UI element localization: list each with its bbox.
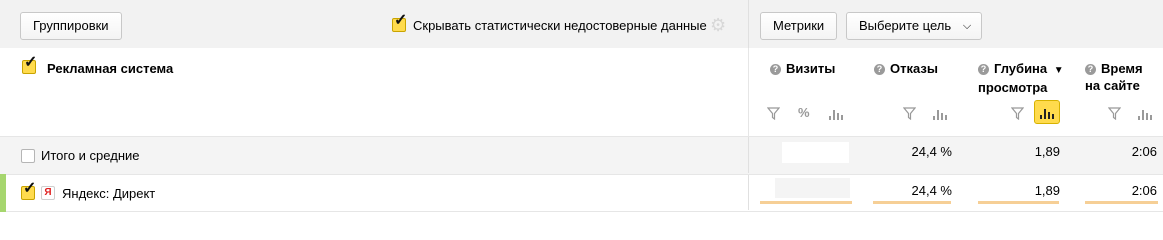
- column-label-line2: на сайте: [1085, 78, 1140, 93]
- depth-value: 1,89: [1034, 144, 1060, 159]
- column-label: Время: [1101, 61, 1143, 76]
- column-label: Визиты: [786, 61, 836, 76]
- select-all-checkbox[interactable]: ✓: [22, 55, 37, 74]
- column-label-line2: просмотра: [978, 80, 1048, 95]
- column-header-depth[interactable]: ? Глубина ▼ просмотра: [978, 60, 1064, 96]
- column-label: Глубина: [994, 61, 1048, 76]
- dimension-header[interactable]: Рекламная система: [47, 60, 173, 77]
- percent-icon[interactable]: %: [798, 105, 810, 121]
- row-checkbox[interactable]: ✓: [21, 181, 36, 200]
- hide-unreliable-checkbox[interactable]: ✓: [392, 13, 407, 32]
- column-header-bounce[interactable]: ? Отказы: [874, 60, 938, 77]
- column-divider: [748, 137, 749, 173]
- column-divider: [748, 48, 749, 136]
- gear-icon[interactable]: ⚙: [710, 15, 726, 35]
- chart-toggle-active[interactable]: [1034, 100, 1060, 124]
- depth-value: 1,89: [1034, 183, 1060, 198]
- help-icon[interactable]: ?: [978, 64, 989, 75]
- help-icon[interactable]: ?: [1085, 64, 1096, 75]
- metrics-button[interactable]: Метрики: [760, 12, 838, 40]
- bounce-value: 24,4 %: [911, 144, 952, 159]
- row-color-marker: [0, 174, 6, 212]
- chart-icon[interactable]: [829, 108, 843, 120]
- visits-value-masked: [775, 178, 850, 198]
- table-row[interactable]: [0, 174, 1163, 212]
- filter-icon[interactable]: [1011, 107, 1024, 120]
- help-icon[interactable]: ?: [770, 64, 781, 75]
- table-row-total: [0, 136, 1163, 174]
- visits-bar: [760, 201, 852, 204]
- filter-icon[interactable]: [903, 107, 916, 120]
- chart-icon[interactable]: [933, 108, 947, 120]
- column-label: Отказы: [890, 61, 938, 76]
- help-icon[interactable]: ?: [874, 64, 885, 75]
- time-bar: [1085, 201, 1158, 204]
- time-value: 2:06: [1131, 183, 1157, 198]
- column-header-visits[interactable]: ? Визиты: [770, 60, 835, 77]
- goal-select-label: Выберите цель: [859, 18, 952, 33]
- chart-icon: [1040, 107, 1054, 119]
- row-label: Итого и средние: [41, 148, 140, 163]
- row-label[interactable]: Яндекс: Директ: [62, 186, 155, 202]
- depth-bar: [978, 201, 1059, 204]
- filter-icon[interactable]: [1108, 107, 1121, 120]
- sort-desc-icon: ▼: [1053, 65, 1064, 76]
- column-header-time[interactable]: ? Время на сайте: [1085, 60, 1143, 94]
- visits-value-masked: [782, 142, 849, 163]
- groupings-button[interactable]: Группировки: [20, 12, 122, 40]
- chart-icon[interactable]: [1138, 108, 1152, 120]
- column-divider: [748, 175, 749, 210]
- chevron-down-icon: ⌵: [962, 20, 972, 32]
- yandex-logo-icon: Я: [41, 186, 55, 200]
- hide-unreliable-label: Скрывать статистически недостоверные дан…: [413, 18, 707, 33]
- time-value: 2:06: [1131, 144, 1157, 159]
- row-checkbox[interactable]: [21, 149, 35, 163]
- goal-select[interactable]: Выберите цель ⌵: [846, 12, 983, 40]
- bounce-value: 24,4 %: [911, 183, 952, 198]
- bounce-bar: [873, 201, 951, 204]
- filter-icon[interactable]: [767, 107, 780, 120]
